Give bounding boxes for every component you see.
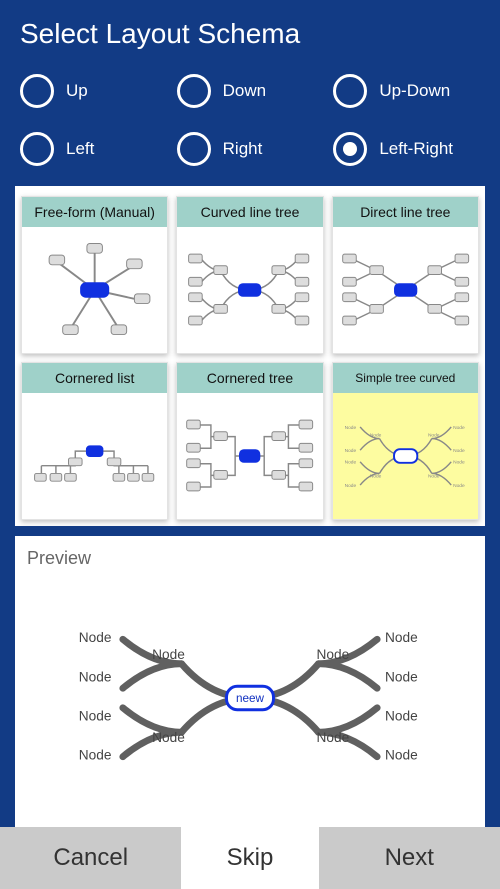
radio-label: Down <box>223 81 266 101</box>
schema-card-title: Direct line tree <box>333 197 478 227</box>
svg-text:neew: neew <box>236 692 265 705</box>
svg-text:Node: Node <box>453 448 465 454</box>
svg-text:Node: Node <box>344 460 356 466</box>
svg-text:Node: Node <box>428 473 440 479</box>
preview-title: Preview <box>25 544 475 577</box>
svg-text:Node: Node <box>344 425 356 431</box>
svg-text:Node: Node <box>317 647 350 662</box>
preview-panel: Preview Node Node Node Node Node Node No… <box>15 536 485 827</box>
schema-thumbnail: Node Node Node Node Node Node Node Node Node… <box>333 393 478 519</box>
radio-label: Left-Right <box>379 139 453 159</box>
schema-grid[interactable]: Free-form (Manual) Curved line tree <box>15 186 485 526</box>
svg-text:Node: Node <box>79 709 112 724</box>
svg-text:Node: Node <box>428 433 440 439</box>
svg-text:Node: Node <box>453 460 465 466</box>
radio-updown[interactable]: Up-Down <box>333 74 480 108</box>
schema-card-directline[interactable]: Direct line tree <box>332 196 479 354</box>
svg-text:Node: Node <box>369 473 381 479</box>
schema-thumbnail <box>22 393 167 519</box>
radio-left[interactable]: Left <box>20 132 167 166</box>
preview-canvas: Node Node Node Node Node Node Node Node … <box>25 577 475 819</box>
schema-card-simpletreecurved[interactable]: Simple tree curved Node Node Node Node Nod… <box>332 362 479 520</box>
radio-circle-icon <box>333 74 367 108</box>
radio-label: Left <box>66 139 94 159</box>
radio-circle-icon <box>177 132 211 166</box>
svg-text:Node: Node <box>385 748 418 763</box>
radio-circle-icon <box>177 74 211 108</box>
radio-label: Up <box>66 81 88 101</box>
radio-up[interactable]: Up <box>20 74 167 108</box>
cancel-button[interactable]: Cancel <box>0 827 186 889</box>
svg-text:Node: Node <box>385 630 418 645</box>
svg-text:Node: Node <box>385 669 418 684</box>
svg-text:Node: Node <box>453 483 465 489</box>
direction-radio-group: Up Down Up-Down Left Right Left-Right <box>0 58 500 186</box>
svg-text:Node: Node <box>79 669 112 684</box>
schema-thumbnail <box>22 227 167 353</box>
skip-button[interactable]: Skip <box>186 827 318 889</box>
page-title: Select Layout Schema <box>20 18 480 50</box>
schema-card-freeform[interactable]: Free-form (Manual) <box>21 196 168 354</box>
schema-card-corneredtree[interactable]: Cornered tree <box>176 362 323 520</box>
schema-card-title: Free-form (Manual) <box>22 197 167 227</box>
radio-circle-icon <box>20 132 54 166</box>
radio-right[interactable]: Right <box>177 132 324 166</box>
schema-card-corneredlist[interactable]: Cornered list <box>21 362 168 520</box>
schema-card-title: Cornered list <box>22 363 167 393</box>
svg-text:Node: Node <box>344 483 356 489</box>
schema-card-title: Simple tree curved <box>333 363 478 393</box>
schema-thumbnail <box>177 393 322 519</box>
svg-text:Node: Node <box>453 425 465 431</box>
radio-leftright[interactable]: Left-Right <box>333 132 480 166</box>
radio-label: Right <box>223 139 263 159</box>
svg-text:Node: Node <box>344 448 356 454</box>
svg-text:Node: Node <box>317 730 350 745</box>
radio-down[interactable]: Down <box>177 74 324 108</box>
schema-card-curvedline[interactable]: Curved line tree <box>176 196 323 354</box>
svg-text:Node: Node <box>152 730 185 745</box>
header: Select Layout Schema <box>0 0 500 58</box>
next-button[interactable]: Next <box>319 827 500 889</box>
radio-label: Up-Down <box>379 81 450 101</box>
schema-thumbnail <box>177 227 322 353</box>
svg-text:Node: Node <box>79 748 112 763</box>
schema-thumbnail <box>333 227 478 353</box>
svg-text:Node: Node <box>152 647 185 662</box>
radio-circle-icon <box>20 74 54 108</box>
schema-card-title: Cornered tree <box>177 363 322 393</box>
svg-text:Node: Node <box>79 630 112 645</box>
svg-text:Node: Node <box>385 709 418 724</box>
bottom-action-bar: Cancel Skip Next <box>0 827 500 889</box>
svg-text:Node: Node <box>369 433 381 439</box>
radio-circle-icon <box>333 132 367 166</box>
schema-card-title: Curved line tree <box>177 197 322 227</box>
